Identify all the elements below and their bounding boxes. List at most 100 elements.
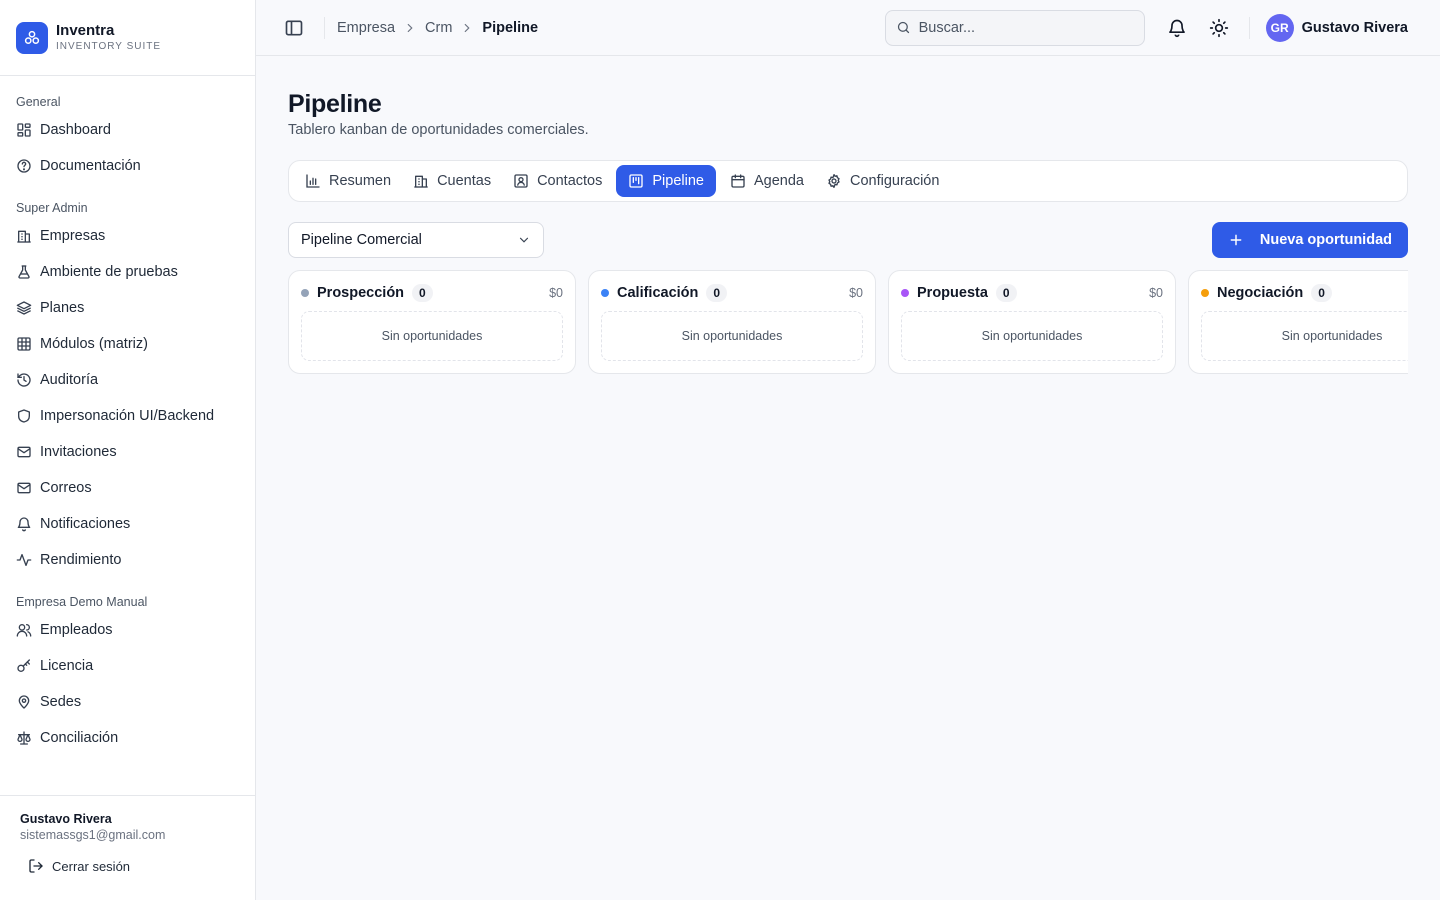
bell-icon[interactable] <box>1167 18 1187 38</box>
column-count-badge: 0 <box>1311 284 1332 302</box>
sidebar-item-sedes[interactable]: Sedes <box>0 684 255 720</box>
sidebar-item-licencia[interactable]: Licencia <box>0 648 255 684</box>
column-empty-dropzone[interactable]: Sin oportunidades <box>901 311 1163 361</box>
plus-icon <box>1230 234 1242 246</box>
sidebar-item-label: Notificaciones <box>40 516 131 532</box>
tab-configuracion[interactable]: Configuración <box>818 165 947 197</box>
table-icon <box>17 337 31 351</box>
nav-section-super-admin: Super Admin Empresas Ambiente de pruebas… <box>0 198 255 578</box>
building-icon <box>17 230 31 243</box>
key-icon <box>17 659 30 672</box>
tab-label: Agenda <box>753 173 804 189</box>
sidebar-item-label: Dashboard <box>40 122 111 138</box>
divider <box>324 16 325 39</box>
pipeline-select[interactable]: Pipeline Comercial <box>288 222 544 258</box>
sidebar-item-documentacion[interactable]: Documentación <box>0 148 255 184</box>
shield-icon <box>18 409 30 423</box>
kanban-board: Prospección 0 $0 Sin oportunidades Calif… <box>288 270 1408 374</box>
new-opportunity-label: Nueva oportunidad <box>1259 232 1392 248</box>
tab-label: Cuentas <box>437 173 492 189</box>
sidebar-item-label: Módulos (matriz) <box>40 336 148 352</box>
divider <box>1248 16 1250 39</box>
sidebar-item-label: Sedes <box>40 694 82 710</box>
sidebar-item-dashboard[interactable]: Dashboard <box>0 112 255 148</box>
sidebar-item-conciliacion[interactable]: Conciliación <box>0 720 255 756</box>
breadcrumb-crm[interactable]: Crm <box>425 20 452 36</box>
sidebar-nav: General Dashboard Documentación Super Ad… <box>0 76 255 756</box>
chevron-right-icon <box>465 23 470 32</box>
sidebar-item-ambiente-pruebas[interactable]: Ambiente de pruebas <box>0 254 255 290</box>
sun-icon[interactable] <box>1209 18 1229 38</box>
search-icon <box>897 21 909 34</box>
scale-icon <box>17 731 31 745</box>
search-input[interactable] <box>918 19 1119 36</box>
kanban-icon <box>629 174 644 188</box>
tab-resumen[interactable]: Resumen <box>297 165 399 197</box>
column-count-badge: 0 <box>706 284 728 302</box>
calendar-icon <box>731 174 745 188</box>
sidebar-item-label: Conciliación <box>40 730 119 746</box>
brand[interactable]: Inventra INVENTORY SUITE <box>0 0 255 76</box>
logout-label: Cerrar sesión <box>52 858 131 874</box>
tab-label: Pipeline <box>652 173 704 189</box>
page-subtitle: Tablero kanban de oportunidades comercia… <box>288 122 589 138</box>
sidebar-item-label: Auditoría <box>40 372 99 388</box>
sidebar-item-rendimiento[interactable]: Rendimiento <box>0 542 255 578</box>
bell-icon <box>17 517 31 532</box>
tab-label: Resumen <box>329 173 392 189</box>
sidebar-item-label: Rendimiento <box>40 552 122 568</box>
tab-label: Contactos <box>537 173 603 189</box>
help-circle-icon <box>17 159 31 173</box>
sidebar-item-planes[interactable]: Planes <box>0 290 255 326</box>
mail-icon <box>17 482 31 494</box>
sidebar-item-invitaciones[interactable]: Invitaciones <box>0 434 255 470</box>
column-total: $0 <box>1149 286 1163 300</box>
column-empty-dropzone[interactable]: Sin oportunidades <box>601 311 863 361</box>
column-total: $0 <box>549 286 563 300</box>
sidebar: Inventra INVENTORY SUITE General Dashboa… <box>0 0 256 900</box>
sidebar-item-modulos[interactable]: Módulos (matriz) <box>0 326 255 362</box>
tab-pipeline[interactable]: Pipeline <box>616 165 716 197</box>
sidebar-item-impersonacion[interactable]: Impersonación UI/Backend <box>0 398 255 434</box>
tab-agenda[interactable]: Agenda <box>722 165 812 197</box>
topbar-user-name[interactable]: Gustavo Rivera <box>1302 20 1408 36</box>
sidebar-item-label: Documentación <box>40 158 141 174</box>
column-count-badge: 0 <box>412 284 433 302</box>
stage-dot <box>901 289 909 297</box>
sidebar-footer: Gustavo Rivera sistemassgs1@gmail.com Ce… <box>0 795 255 900</box>
page-title: Pipeline <box>288 90 382 118</box>
sidebar-item-empleados[interactable]: Empleados <box>0 612 255 648</box>
sidebar-item-label: Ambiente de pruebas <box>40 264 178 280</box>
building-icon <box>414 175 428 188</box>
pipeline-select-value: Pipeline Comercial <box>301 232 422 248</box>
logout-button[interactable]: Cerrar sesión <box>28 858 235 874</box>
layers-icon <box>16 301 32 315</box>
sidebar-item-empresas[interactable]: Empresas <box>0 218 255 254</box>
tab-contactos[interactable]: Contactos <box>505 165 610 197</box>
column-empty-dropzone[interactable]: Sin oportunidades <box>1201 311 1408 361</box>
new-opportunity-button[interactable]: Nueva oportunidad <box>1211 222 1408 258</box>
tab-bar: Resumen Cuentas Contactos Pipeline Agend… <box>288 160 1408 202</box>
nav-section-title: General <box>16 95 61 109</box>
sidebar-toggle-icon[interactable] <box>284 18 304 38</box>
tab-cuentas[interactable]: Cuentas <box>405 165 499 197</box>
avatar[interactable]: GR <box>1265 13 1294 42</box>
footer-user-name: Gustavo Rivera <box>20 812 112 826</box>
chevron-right-icon <box>407 23 413 32</box>
column-empty-dropzone[interactable]: Sin oportunidades <box>301 311 563 361</box>
column-title: Propuesta <box>917 285 988 301</box>
nav-section-general: General Dashboard Documentación <box>0 92 255 184</box>
sidebar-item-label: Correos <box>40 480 92 496</box>
sidebar-item-correos[interactable]: Correos <box>0 470 255 506</box>
breadcrumb-empresa[interactable]: Empresa <box>337 20 395 36</box>
stage-dot <box>601 289 609 297</box>
search-box[interactable] <box>884 9 1145 46</box>
bar-chart-icon <box>306 174 320 188</box>
sidebar-item-label: Empresas <box>40 228 106 244</box>
sidebar-item-label: Planes <box>40 300 85 316</box>
sidebar-item-notificaciones[interactable]: Notificaciones <box>0 506 255 542</box>
history-icon <box>17 373 31 387</box>
sidebar-item-auditoria[interactable]: Auditoría <box>0 362 255 398</box>
main-content: Pipeline Tablero kanban de oportunidades… <box>288 56 1408 374</box>
sidebar-item-label: Empleados <box>40 622 113 638</box>
